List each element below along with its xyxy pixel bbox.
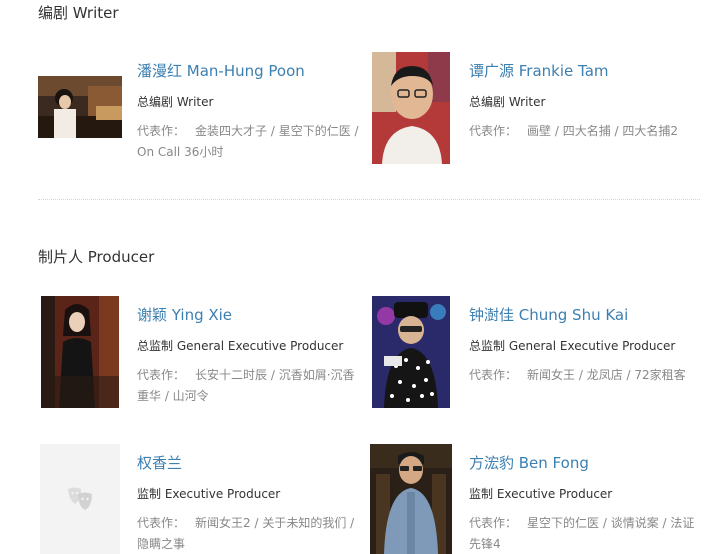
works-label: 代表作： (137, 516, 186, 530)
works-list: 星空下的仁医 / 谈情说案 / 法证 (527, 516, 695, 530)
section-title-writer: 编剧 Writer (38, 4, 119, 22)
person-card: 潘漫红 Man-Hung Poon 总编剧 Writer 代表作： 金装四大才子 … (38, 60, 368, 170)
person-card: 谭广源 Frankie Tam 总编剧 Writer 代表作： 画壁 / 四大名捕… (370, 52, 700, 170)
works-list-cont: 先锋4 (469, 537, 501, 551)
works-list-cont: 重华 / 山河令 (137, 389, 209, 403)
person-photo[interactable] (38, 76, 122, 138)
person-works: 代表作： 新闻女王 / 龙凤店 / 72家租客 (469, 365, 699, 386)
works-list: 画壁 / 四大名捕 / 四大名捕2 (527, 124, 678, 138)
works-list: 金装四大才子 / 星空下的仁医 / (195, 124, 359, 138)
person-role: 总编剧 Writer (137, 95, 214, 109)
person-name[interactable]: 钟澍佳 Chung Shu Kai (469, 304, 699, 325)
person-photo[interactable] (370, 444, 452, 554)
works-label: 代表作： (469, 124, 518, 138)
works-list-cont: 隐瞒之事 (137, 537, 186, 551)
person-photo[interactable] (41, 296, 119, 408)
theater-masks-icon (68, 487, 92, 510)
person-name[interactable]: 潘漫红 Man-Hung Poon (137, 60, 367, 81)
person-role: 监制 Executive Producer (137, 487, 281, 501)
works-list: 新闻女王 / 龙凤店 / 72家租客 (527, 368, 686, 382)
works-label: 代表作： (469, 516, 518, 530)
person-works: 代表作： 新闻女王2 / 关于未知的我们 / 隐瞒之事 (137, 513, 367, 554)
person-role: 总监制 General Executive Producer (469, 339, 676, 353)
works-list-cont: On Call 36小时 (137, 145, 224, 159)
section-title-producer: 制片人 Producer (38, 248, 155, 266)
person-role: 监制 Executive Producer (469, 487, 613, 501)
person-role: 总编剧 Writer (469, 95, 546, 109)
person-name[interactable]: 谭广源 Frankie Tam (469, 60, 699, 81)
person-works: 代表作： 画壁 / 四大名捕 / 四大名捕2 (469, 121, 699, 142)
person-card: 权香兰 监制 Executive Producer 代表作： 新闻女王2 / 关于… (38, 444, 368, 554)
person-name[interactable]: 方浤豹 Ben Fong (469, 452, 699, 473)
works-list: 新闻女王2 / 关于未知的我们 / (195, 516, 355, 530)
works-label: 代表作： (137, 124, 186, 138)
person-works: 代表作： 星空下的仁医 / 谈情说案 / 法证 先锋4 (469, 513, 699, 554)
works-label: 代表作： (137, 368, 186, 382)
person-role: 总监制 General Executive Producer (137, 339, 344, 353)
works-label: 代表作： (469, 368, 518, 382)
person-name[interactable]: 谢颖 Ying Xie (137, 304, 367, 325)
person-photo[interactable] (372, 296, 450, 408)
person-card: 方浤豹 Ben Fong 监制 Executive Producer 代表作： 星… (370, 444, 700, 554)
person-works: 代表作： 金装四大才子 / 星空下的仁医 / On Call 36小时 (137, 121, 367, 163)
person-photo[interactable] (372, 52, 450, 164)
works-list: 长安十二时辰 / 沉香如屑·沉香 (195, 368, 355, 382)
person-card: 谢颖 Ying Xie 总监制 General Executive Produc… (38, 296, 368, 414)
person-name[interactable]: 权香兰 (137, 452, 367, 473)
person-card: 钟澍佳 Chung Shu Kai 总监制 General Executive … (370, 296, 700, 414)
person-works: 代表作： 长安十二时辰 / 沉香如屑·沉香 重华 / 山河令 (137, 365, 367, 407)
section-divider (38, 199, 700, 200)
person-photo-placeholder[interactable] (40, 444, 120, 554)
